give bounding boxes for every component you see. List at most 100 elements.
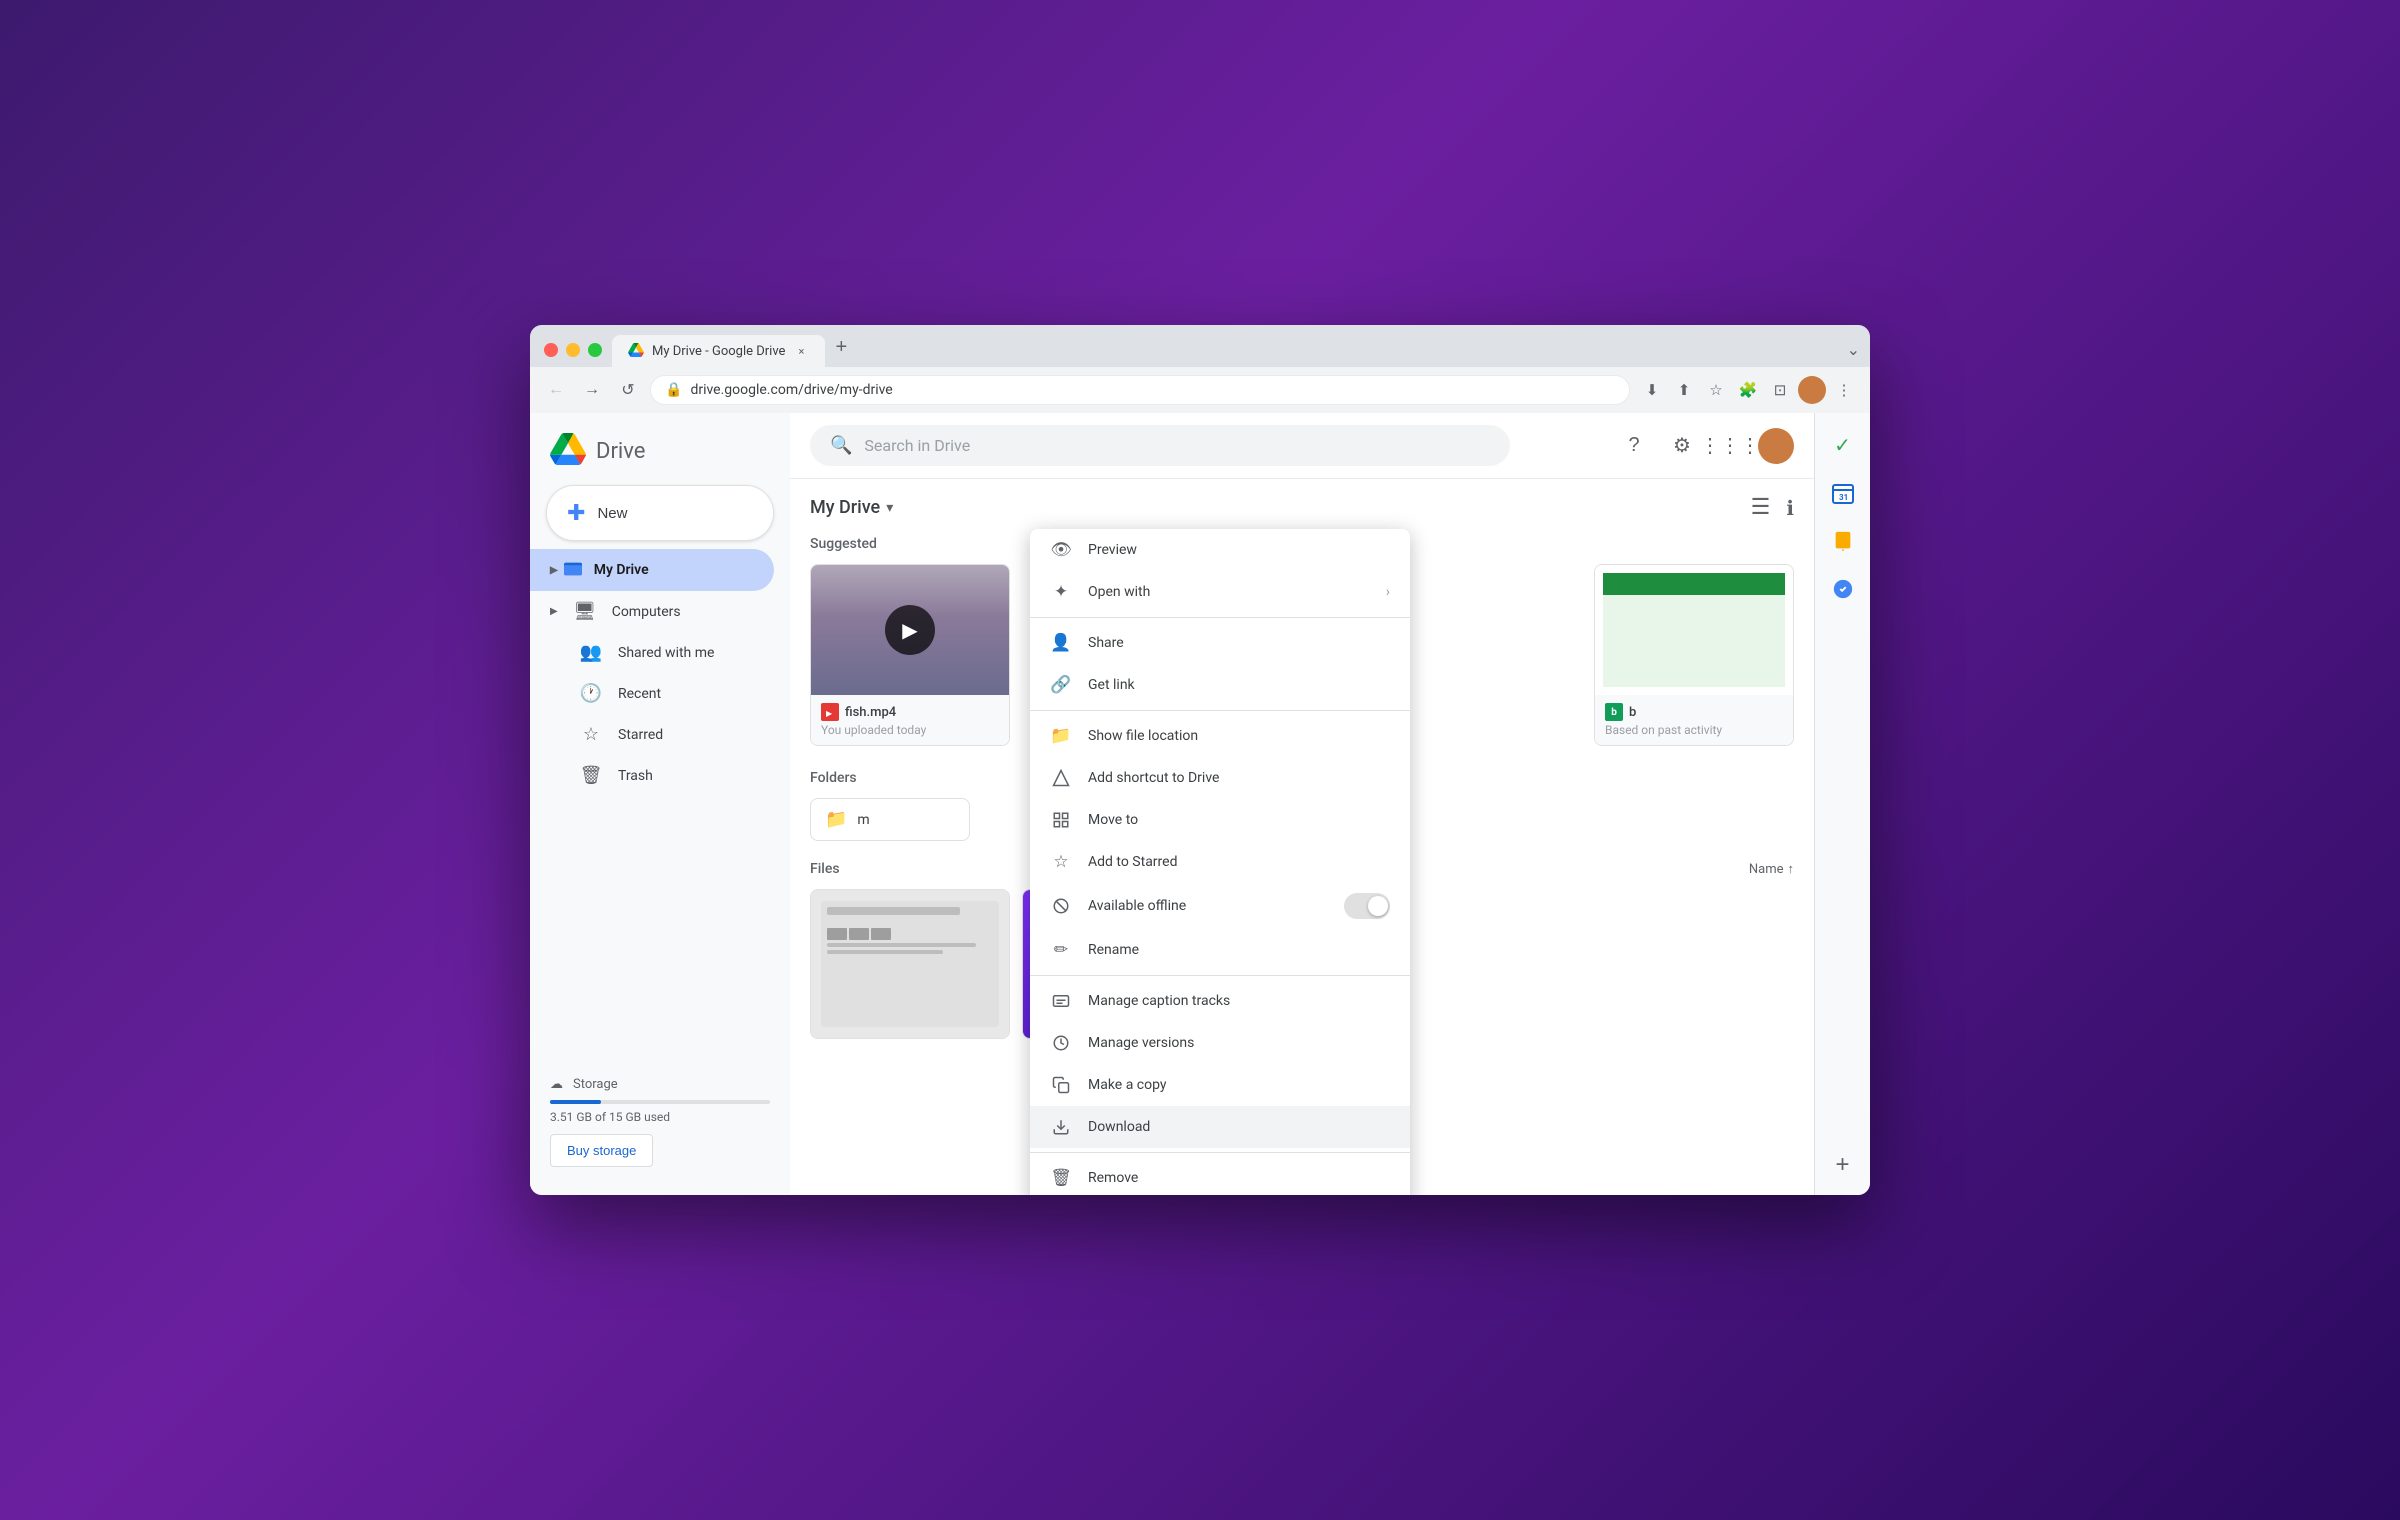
starred-icon: ☆ (580, 724, 602, 745)
open-with-arrow-icon: › (1386, 584, 1390, 600)
menu-item-rename[interactable]: ✏ Rename (1030, 929, 1410, 971)
close-traffic-light[interactable] (544, 343, 558, 357)
reminders-button[interactable] (1823, 569, 1863, 609)
menu-item-manage-versions[interactable]: Manage versions (1030, 1022, 1410, 1064)
drive-logo: Drive (530, 425, 790, 485)
app-content: Drive ✚ New ▶ My Drive ▶ 🖥 Compu (530, 413, 1870, 1195)
sidebar-item-starred[interactable]: ☆ Starred (530, 714, 774, 755)
menu-item-available-offline[interactable]: Available offline (1030, 883, 1410, 929)
add-shortcut-icon (1050, 767, 1072, 789)
storage-cloud-icon: ☁ (550, 1077, 563, 1092)
computers-icon: 🖥 (574, 601, 596, 622)
menu-item-make-copy[interactable]: Make a copy (1030, 1064, 1410, 1106)
sort-label: Name (1749, 862, 1784, 877)
menu-item-preview[interactable]: 👁 Preview (1030, 529, 1410, 571)
list-view-button[interactable]: ☰ (1751, 495, 1771, 520)
rename-icon: ✏ (1050, 939, 1072, 961)
search-bar[interactable]: 🔍 Search in Drive (810, 425, 1510, 466)
header-right: ? ⚙ ⋮⋮⋮ (1614, 426, 1794, 466)
breadcrumb-label: My Drive (810, 497, 880, 518)
menu-item-add-shortcut[interactable]: Add shortcut to Drive (1030, 757, 1410, 799)
menu-item-get-link[interactable]: 🔗 Get link (1030, 664, 1410, 706)
sheets-card-subtitle: Based on past activity (1605, 723, 1783, 737)
caption-tracks-icon (1050, 990, 1072, 1012)
split-view-button[interactable]: ⊡ (1766, 376, 1794, 404)
menu-item-download[interactable]: Download (1030, 1106, 1410, 1148)
file-card-sheets[interactable]: b b Based on past activity (1594, 564, 1794, 746)
more-menu-button[interactable]: ⋮ (1830, 376, 1858, 404)
bookmark-button[interactable]: ☆ (1702, 376, 1730, 404)
tab-close-button[interactable]: × (793, 343, 809, 359)
menu-divider-1 (1030, 617, 1410, 618)
help-button[interactable]: ? (1614, 426, 1654, 466)
lock-icon: 🔒 (665, 382, 682, 398)
files-sort-button[interactable]: Name ↑ (1749, 861, 1794, 877)
sidebar-item-recent[interactable]: 🕐 Recent (530, 673, 774, 714)
settings-button[interactable]: ⚙ (1662, 426, 1702, 466)
calendar-button[interactable]: 31 (1823, 473, 1863, 513)
browser-avatar[interactable] (1798, 376, 1826, 404)
menu-item-caption-tracks[interactable]: Manage caption tracks (1030, 980, 1410, 1022)
new-button[interactable]: ✚ New (546, 485, 774, 541)
share-icon: 👤 (1050, 632, 1072, 654)
menu-item-show-location[interactable]: 📁 Show file location (1030, 715, 1410, 757)
extensions-button[interactable]: 🧩 (1734, 376, 1762, 404)
back-button[interactable]: ← (542, 376, 570, 404)
menu-item-show-location-label: Show file location (1088, 728, 1390, 744)
sidebar-item-label-my-drive: My Drive (594, 562, 649, 578)
sidebar-item-my-drive[interactable]: ▶ My Drive (530, 549, 774, 591)
folder-icon: 📁 (825, 809, 847, 830)
make-copy-icon (1050, 1074, 1072, 1096)
apps-button[interactable]: ⋮⋮⋮ (1710, 426, 1750, 466)
screenshot-thumbnail (811, 890, 1009, 1038)
browser-tab[interactable]: My Drive - Google Drive × (612, 335, 825, 367)
sheets-card-name: b b (1605, 703, 1783, 721)
menu-item-preview-label: Preview (1088, 542, 1390, 558)
tab-favicon (628, 343, 644, 359)
tab-dropdown-button[interactable]: ⌄ (1847, 340, 1860, 367)
minimize-traffic-light[interactable] (566, 343, 580, 357)
tasks-button[interactable]: ✓ (1823, 425, 1863, 465)
sidebar-item-trash[interactable]: 🗑 Trash (530, 755, 774, 796)
menu-item-move-to[interactable]: Move to (1030, 799, 1410, 841)
file-card-subtitle: You uploaded today (821, 723, 999, 737)
forward-button[interactable]: → (578, 376, 606, 404)
sidebar-item-label-computers: Computers (612, 604, 681, 620)
refresh-button[interactable]: ↺ (614, 376, 642, 404)
file-thumb-screenshot[interactable] (810, 889, 1010, 1039)
info-button[interactable]: ℹ (1786, 496, 1794, 520)
menu-item-share[interactable]: 👤 Share (1030, 622, 1410, 664)
sidebar-item-shared[interactable]: 👥 Shared with me (530, 632, 774, 673)
storage-label-text: Storage (573, 1077, 618, 1092)
context-menu: 👁 Preview ✦ Open with › 👤 Share 🔗 (1030, 529, 1410, 1195)
menu-item-manage-versions-label: Manage versions (1088, 1035, 1390, 1051)
offline-toggle[interactable] (1344, 893, 1390, 919)
storage-bar (550, 1100, 770, 1104)
share-page-button[interactable]: ⬆ (1670, 376, 1698, 404)
add-panel-button[interactable]: + (1825, 1147, 1861, 1183)
search-icon: 🔍 (830, 435, 852, 456)
toolbar-actions: ⬇ ⬆ ☆ 🧩 ⊡ ⋮ (1638, 376, 1858, 404)
user-avatar[interactable] (1758, 428, 1794, 464)
maximize-traffic-light[interactable] (588, 343, 602, 357)
new-tab-button[interactable]: + (827, 336, 855, 367)
address-bar[interactable]: 🔒 drive.google.com/drive/my-drive (650, 375, 1630, 405)
file-card-fish[interactable]: ▶ ▶ fish.mp4 You uploaded today (810, 564, 1010, 746)
folder-item-m[interactable]: 📁 m (810, 798, 970, 841)
menu-item-make-copy-label: Make a copy (1088, 1077, 1390, 1093)
file-card-info: ▶ fish.mp4 You uploaded today (811, 695, 1009, 745)
menu-divider-2 (1030, 710, 1410, 711)
url-text: drive.google.com/drive/my-drive (690, 382, 892, 398)
keep-button[interactable] (1823, 521, 1863, 561)
menu-item-add-starred[interactable]: ☆ Add to Starred (1030, 841, 1410, 883)
menu-item-available-offline-label: Available offline (1088, 898, 1328, 914)
sheets-card-info: b b Based on past activity (1595, 695, 1793, 745)
menu-item-remove[interactable]: 🗑 Remove (1030, 1157, 1410, 1195)
menu-item-open-with[interactable]: ✦ Open with › (1030, 571, 1410, 613)
file-card-thumbnail: ▶ (811, 565, 1009, 695)
download-page-button[interactable]: ⬇ (1638, 376, 1666, 404)
buy-storage-button[interactable]: Buy storage (550, 1134, 653, 1167)
browser-chrome: My Drive - Google Drive × + ⌄ ← → ↺ 🔒 dr… (530, 325, 1870, 413)
sidebar-item-computers[interactable]: ▶ 🖥 Computers (530, 591, 774, 632)
menu-item-get-link-label: Get link (1088, 677, 1390, 693)
